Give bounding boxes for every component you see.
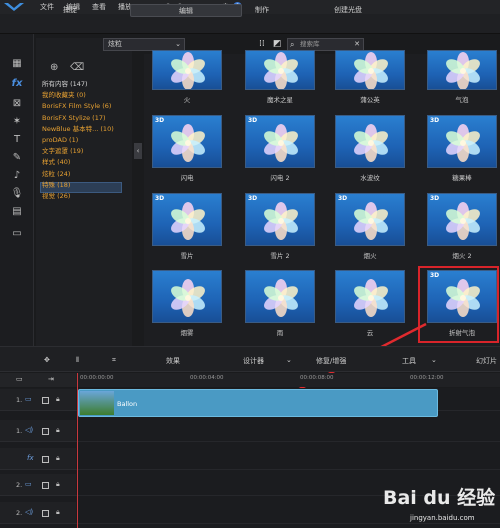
- track-lane[interactable]: [76, 420, 500, 442]
- fix-enhance-button[interactable]: 修复/增强: [316, 356, 346, 366]
- lock-icon[interactable]: 🔒︎: [56, 395, 60, 404]
- timeline-view-controls: [0, 373, 76, 387]
- track-number: 2.: [16, 481, 23, 489]
- ruler-time-8: 00:00:08:00: [300, 375, 334, 381]
- watermark-text: Bai du 经验: [383, 487, 496, 509]
- video-track-icon: ▭: [25, 480, 32, 488]
- fit-timeline-icon[interactable]: ⇥: [48, 375, 54, 383]
- ruler-time-0: 00:00:00:00: [80, 375, 114, 381]
- track-header: [0, 389, 76, 411]
- playhead[interactable]: [77, 373, 78, 528]
- effects-button[interactable]: 效果: [166, 356, 180, 366]
- audio-track-icon: ◁): [25, 508, 34, 516]
- track-number: 1.: [16, 427, 23, 435]
- storyboard-view-icon[interactable]: ▭: [16, 375, 23, 383]
- designer-button[interactable]: 设计器: [243, 356, 264, 366]
- crop-icon[interactable]: ⌗: [112, 356, 116, 365]
- lock-icon[interactable]: 🔒︎: [56, 480, 60, 489]
- clip-label: Ballon: [117, 400, 138, 408]
- track-header: [0, 420, 76, 442]
- lock-icon[interactable]: 🔒︎: [56, 454, 60, 463]
- track-enable-checkbox[interactable]: [42, 510, 49, 517]
- audio-track-icon: ◁): [25, 426, 34, 434]
- video-track-icon: ▭: [25, 395, 32, 403]
- fx-track-icon: fx: [27, 454, 34, 462]
- clip-thumbnail: [80, 391, 114, 415]
- ruler-time-12: 00:00:12:00: [410, 375, 444, 381]
- slideshow-button[interactable]: 幻灯片: [476, 356, 497, 366]
- track-header: [0, 474, 76, 496]
- track-enable-checkbox[interactable]: [42, 482, 49, 489]
- designer-dropdown-icon[interactable]: ⌄: [286, 356, 292, 364]
- watermark-url: jingyan.baidu.com: [410, 514, 475, 522]
- track-lane[interactable]: [76, 448, 500, 470]
- tools-dropdown-icon[interactable]: ⌄: [431, 356, 437, 364]
- lock-icon[interactable]: 🔒︎: [56, 426, 60, 435]
- track-enable-checkbox[interactable]: [42, 456, 49, 463]
- track-header: [0, 448, 76, 470]
- track-number: 2.: [16, 509, 23, 517]
- track-enable-checkbox[interactable]: [42, 397, 49, 404]
- ruler-time-4: 00:00:04:00: [190, 375, 224, 381]
- tools-button[interactable]: 工具: [402, 356, 416, 366]
- track-manager-icon[interactable]: ✥: [44, 356, 50, 364]
- track-header: [0, 502, 76, 524]
- split-icon[interactable]: ⫴: [76, 356, 79, 365]
- track-enable-checkbox[interactable]: [42, 428, 49, 435]
- track-number: 1.: [16, 396, 23, 404]
- lock-icon[interactable]: 🔒︎: [56, 508, 60, 517]
